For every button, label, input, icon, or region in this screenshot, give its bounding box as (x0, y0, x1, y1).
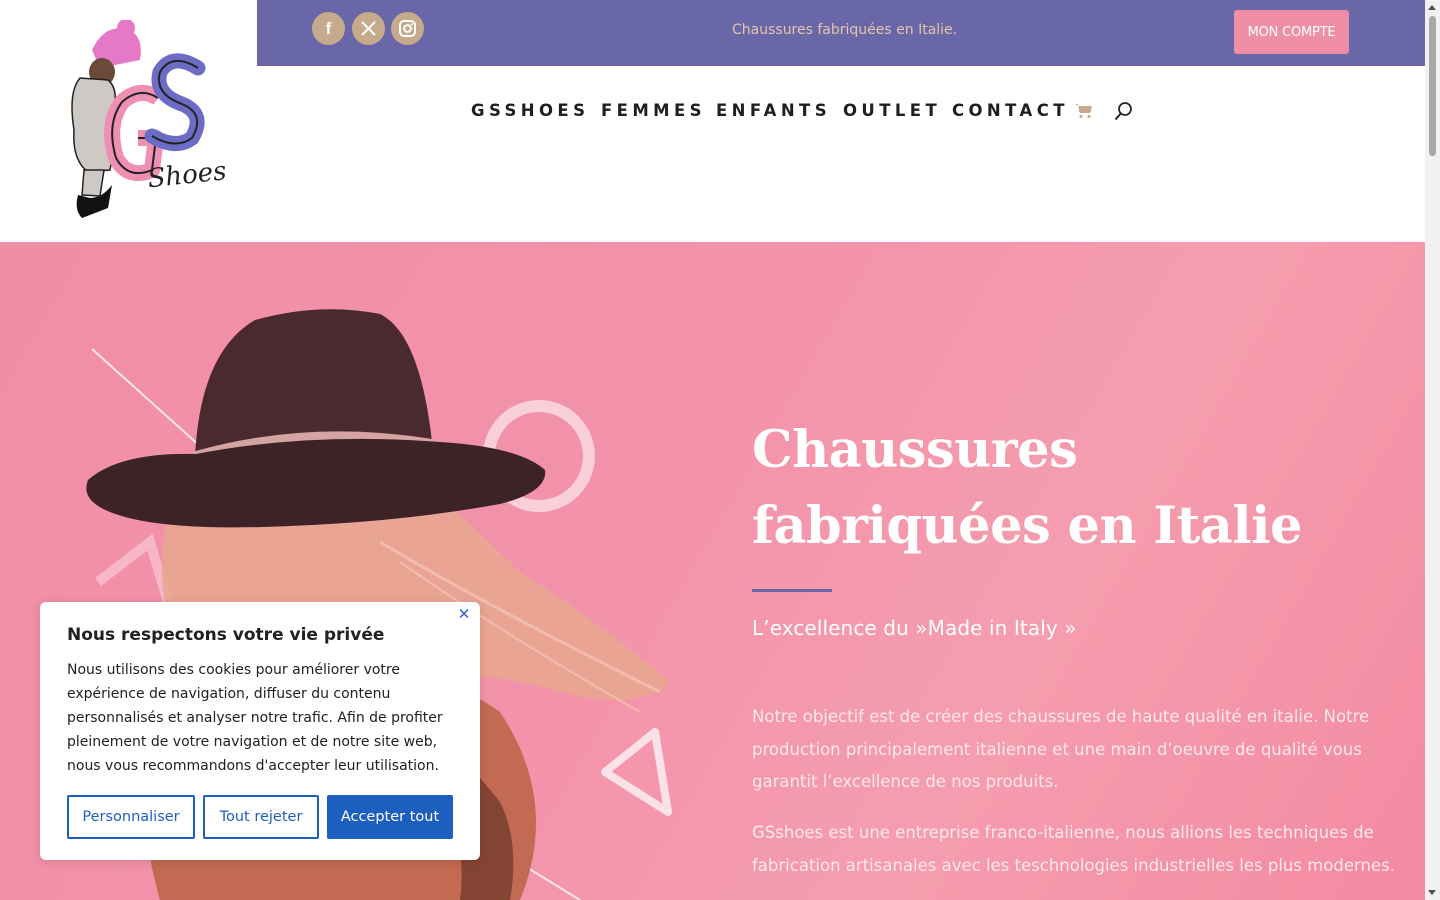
hero-divider (752, 589, 832, 592)
facebook-label: f (325, 18, 332, 38)
logo-area: Shoes (0, 0, 257, 242)
scroll-up-arrow[interactable] (1428, 5, 1436, 10)
hero-subtitle: L’excellence du »Made in Italy » (752, 616, 1077, 640)
my-account-button[interactable]: MON COMPTE (1234, 10, 1349, 54)
topbar-tagline: Chaussures fabriquées en Italie. (732, 22, 958, 38)
x-glyph (361, 21, 376, 36)
nav-item-femmes[interactable]: FEMMES (601, 101, 706, 120)
scroll-thumb[interactable] (1429, 16, 1436, 156)
customize-button[interactable]: Personnaliser (67, 795, 195, 839)
cookie-text: Nous utilisons des cookies pour améliore… (67, 662, 443, 774)
hero-paragraph-2: GSshoes est une entreprise franco-italie… (752, 823, 1395, 875)
instagram-glyph (399, 20, 416, 37)
top-bar: f Chaussures fabriquées en Italie. MON C… (257, 0, 1425, 66)
search-icon[interactable] (1114, 101, 1134, 121)
gs-shoes-logo[interactable]: Shoes (60, 20, 230, 225)
main-nav: GSSHOES FEMMES ENFANTS OUTLET CONTACT (257, 66, 1425, 242)
nav-item-outlet[interactable]: OUTLET (843, 101, 941, 120)
hero-paragraph-1: Notre objectif est de créer des chaussur… (752, 707, 1370, 791)
nav-item-contact[interactable]: CONTACT (952, 101, 1069, 120)
scroll-down-arrow[interactable] (1428, 890, 1436, 895)
cookie-banner: ✕ Nous respectons votre vie privée Nous … (40, 602, 480, 860)
nav-item-enfants[interactable]: ENFANTS (716, 101, 831, 120)
cart-icon[interactable] (1075, 103, 1093, 119)
nav-item-gsshoes[interactable]: GSSHOES (471, 101, 589, 120)
x-twitter-icon[interactable] (352, 12, 385, 45)
accept-all-button[interactable]: Accepter tout (327, 795, 453, 839)
reject-all-button[interactable]: Tout rejeter (203, 795, 319, 839)
hero-title: Chaussures fabriquées en Italie (752, 420, 1302, 556)
cookie-title: Nous respectons votre vie privée (67, 625, 385, 645)
close-icon[interactable]: ✕ (456, 606, 472, 622)
page-scrollbar[interactable] (1425, 0, 1440, 900)
instagram-icon[interactable] (391, 12, 424, 45)
facebook-icon[interactable]: f (312, 12, 345, 45)
